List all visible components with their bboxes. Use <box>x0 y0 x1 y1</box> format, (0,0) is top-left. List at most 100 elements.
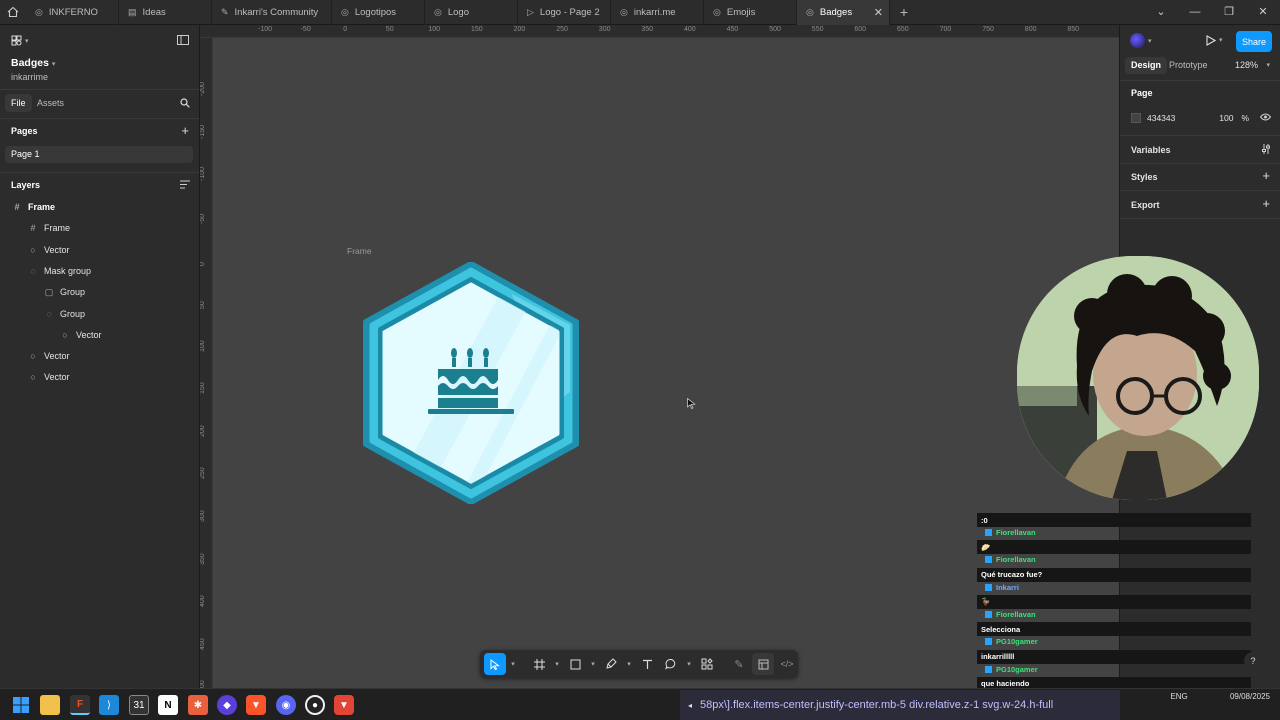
layer-item[interactable]: ◌ Mask group <box>0 261 199 281</box>
layer-item[interactable]: ○ Vector <box>0 240 199 260</box>
tab-ideas[interactable]: ▤ Ideas <box>119 0 212 25</box>
zoom-level[interactable]: 128% <box>1235 57 1258 74</box>
chevron-down-icon[interactable]: ▾ <box>624 653 634 675</box>
variables-settings-icon[interactable] <box>1261 144 1271 157</box>
tab-logo[interactable]: ◎ Logo <box>425 0 518 25</box>
divider <box>0 172 199 173</box>
calendar-icon[interactable]: 31 <box>129 695 149 715</box>
layer-label: Group <box>60 308 86 319</box>
language-indicator[interactable]: ENG <box>1170 692 1187 701</box>
layer-item[interactable]: ○ Vector <box>0 367 199 387</box>
chevron-down-icon[interactable]: ▾ <box>552 653 562 675</box>
add-export-button[interactable]: + <box>1262 196 1270 211</box>
pen-tool-icon[interactable] <box>600 653 622 675</box>
chat-text: Fiorellavan <box>996 555 1036 565</box>
new-tab-button[interactable]: + <box>890 4 918 20</box>
app-icon[interactable]: ✱ <box>188 695 208 715</box>
styles-label[interactable]: Styles <box>1131 172 1158 182</box>
obsidian-icon[interactable]: ◆ <box>217 695 237 715</box>
layer-item[interactable]: ◌ Group <box>0 304 199 324</box>
toggle-sidebar-icon[interactable] <box>177 35 189 48</box>
export-label[interactable]: Export <box>1131 200 1160 210</box>
chevron-down-icon: ▾ <box>25 37 29 45</box>
move-tool-icon[interactable] <box>484 653 506 675</box>
chevron-down-icon[interactable]: ▾ <box>1219 36 1223 44</box>
ruler-tick-label: -50 <box>300 26 311 33</box>
tab-emojis[interactable]: ◎ Emojis <box>704 0 797 25</box>
layer-item[interactable]: # Frame <box>0 218 199 238</box>
tab-assets[interactable]: Assets <box>37 94 64 112</box>
actions-icon[interactable] <box>696 653 718 675</box>
main-menu-button[interactable]: ▾ <box>11 35 29 46</box>
layers-options-icon[interactable] <box>180 180 190 192</box>
share-button[interactable]: Share <box>1236 31 1272 52</box>
ruler-tick-label: 600 <box>854 26 867 33</box>
discord-icon[interactable]: ◉ <box>276 695 296 715</box>
birthday-badge[interactable] <box>362 262 580 504</box>
page-item[interactable]: Page 1 <box>5 146 193 163</box>
frame-tool-icon[interactable] <box>528 653 550 675</box>
eye-icon[interactable] <box>1259 112 1272 124</box>
home-icon[interactable] <box>0 0 26 25</box>
page-opacity-value[interactable]: 100 <box>1219 113 1233 123</box>
tab-inkarri-s-community[interactable]: ✎ Inkarri's Community <box>212 0 332 25</box>
brave-browser-icon[interactable]: ▼ <box>246 695 266 715</box>
present-play-icon[interactable] <box>1206 35 1217 49</box>
chat-badge-icon <box>985 610 992 618</box>
close-icon[interactable]: ✕ <box>1246 0 1280 25</box>
variables-label[interactable]: Variables <box>1131 145 1171 155</box>
vscode-icon[interactable]: ⟩ <box>99 695 119 715</box>
layer-item[interactable]: # Frame <box>0 197 199 217</box>
draw-mode-icon[interactable]: ✎ <box>728 653 750 675</box>
frame-label[interactable]: Frame <box>347 246 372 256</box>
ruler-tick-label: 100 <box>428 26 441 33</box>
layer-item[interactable]: ▢ Group <box>0 282 199 302</box>
figma-app-icon[interactable]: F <box>70 695 90 715</box>
tab-prototype[interactable]: Prototype <box>1169 57 1208 74</box>
chat-text: inkarrilllll <box>981 652 1015 661</box>
layer-item[interactable]: ○ Vector <box>0 325 199 345</box>
chat-badge-icon <box>985 529 992 536</box>
avatar-menu[interactable]: ▾ <box>1130 33 1152 48</box>
chat-badge-icon <box>985 583 992 591</box>
rectangle-tool-icon[interactable] <box>564 653 586 675</box>
file-explorer-icon[interactable] <box>40 695 60 715</box>
chevron-down-icon[interactable]: ▾ <box>508 653 518 675</box>
add-page-button[interactable]: + <box>181 123 189 138</box>
chevron-down-icon[interactable]: ▾ <box>684 653 694 675</box>
file-title[interactable]: Badges ▾ <box>11 57 55 69</box>
chevron-down-icon[interactable]: ⌄ <box>1144 0 1178 25</box>
notion-icon[interactable]: N <box>158 695 178 715</box>
brave-icon[interactable]: ▼ <box>334 695 354 715</box>
layer-item[interactable]: ○ Vector <box>0 346 199 366</box>
help-button[interactable]: ? <box>1244 652 1262 670</box>
tab-inkarri-me[interactable]: ◎ inkarri.me <box>611 0 704 25</box>
tab-badges[interactable]: ◎ Badges ✕ <box>797 0 890 25</box>
add-style-button[interactable]: + <box>1262 168 1270 183</box>
ruler-tick-label: 200 <box>513 26 526 33</box>
chevron-down-icon[interactable]: ▾ <box>588 653 598 675</box>
chevron-down-icon[interactable]: ▾ <box>1266 57 1270 74</box>
chevron-left-icon[interactable]: ◂ <box>688 701 692 710</box>
tab-logotipos[interactable]: ◎ Logotipos <box>332 0 425 25</box>
tab-logo-page-2[interactable]: ▷ Logo - Page 2 <box>518 0 611 25</box>
comment-tool-icon[interactable] <box>660 653 682 675</box>
obs-icon[interactable]: ● <box>305 695 325 715</box>
dev-mode-icon[interactable]: </> <box>776 653 798 675</box>
ruler-top: -100 -50 0 50 100 150 200 250 300 350 400 450 500 550… <box>200 25 1119 38</box>
tab-design[interactable]: Design <box>1125 57 1168 74</box>
page-color-field[interactable]: 434343 100 % <box>1131 109 1249 126</box>
tab-inkferno[interactable]: ◎ INKFERNO <box>26 0 119 25</box>
windows-start-icon[interactable] <box>11 695 31 715</box>
color-swatch[interactable] <box>1131 112 1141 123</box>
layer-label: Vector <box>44 244 70 255</box>
tab-label: INKFERNO <box>48 6 98 18</box>
text-tool-icon[interactable] <box>636 653 658 675</box>
design-mode-icon[interactable] <box>752 653 774 675</box>
maximize-icon[interactable]: ❐ <box>1212 0 1246 25</box>
tab-file[interactable]: File <box>5 94 32 112</box>
chat-badge-icon <box>985 638 992 646</box>
close-tab-icon[interactable]: ✕ <box>874 6 883 19</box>
minimize-icon[interactable]: — <box>1178 0 1212 25</box>
search-icon[interactable] <box>180 98 190 111</box>
